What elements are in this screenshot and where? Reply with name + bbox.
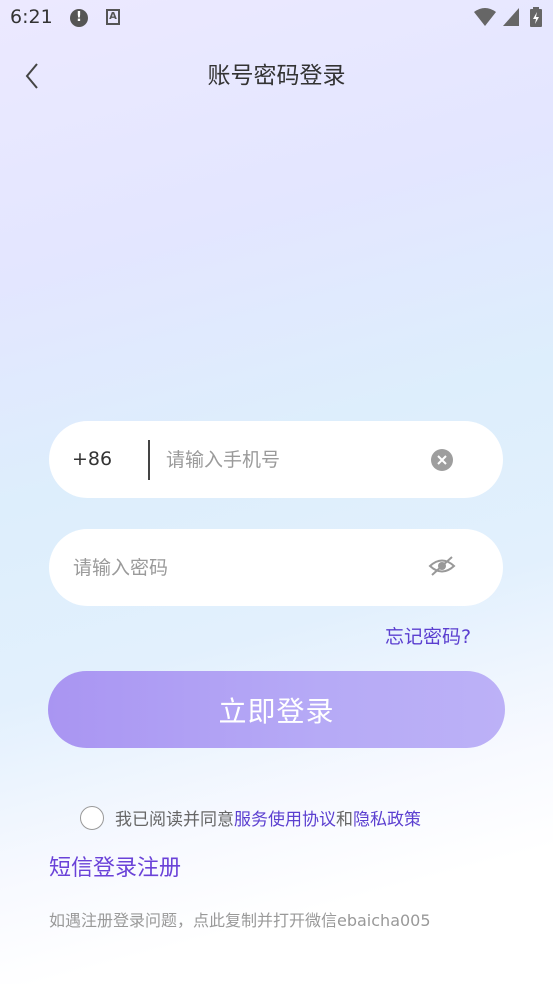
service-agreement-link[interactable]: 服务使用协议: [234, 805, 336, 830]
country-code[interactable]: +86: [72, 421, 112, 498]
signal-icon: [503, 8, 519, 26]
page-title: 账号密码登录: [207, 63, 346, 89]
privacy-policy-link[interactable]: 隐私政策: [353, 805, 421, 830]
agreement-and: 和: [336, 810, 353, 830]
alert-icon: !: [70, 9, 88, 27]
status-time: 6:21: [10, 6, 53, 28]
password-input[interactable]: [73, 529, 413, 606]
battery-icon: [530, 7, 542, 27]
wifi-icon: [474, 8, 496, 26]
clear-button[interactable]: [431, 449, 453, 471]
phone-input[interactable]: [166, 421, 416, 498]
eye-hidden-icon[interactable]: [428, 555, 456, 577]
password-field: [49, 529, 503, 606]
help-text[interactable]: 如遇注册登录问题，点此复制并打开微信ebaicha005: [49, 907, 431, 931]
agreement-prefix: 我已阅读并同意: [115, 810, 234, 830]
agreement-row: 我已阅读并同意 服务使用协议 和 隐私政策: [80, 804, 421, 831]
forgot-password-link[interactable]: 忘记密码?: [385, 622, 471, 649]
login-button[interactable]: 立即登录: [48, 671, 505, 748]
a-icon: A: [106, 9, 120, 25]
close-icon: [437, 455, 447, 465]
divider: [148, 440, 150, 480]
agreement-checkbox[interactable]: [80, 805, 104, 830]
sms-login-link[interactable]: 短信登录注册: [49, 850, 181, 882]
status-bar: 6:21 ! A: [0, 0, 553, 36]
phone-field: +86: [49, 421, 503, 498]
